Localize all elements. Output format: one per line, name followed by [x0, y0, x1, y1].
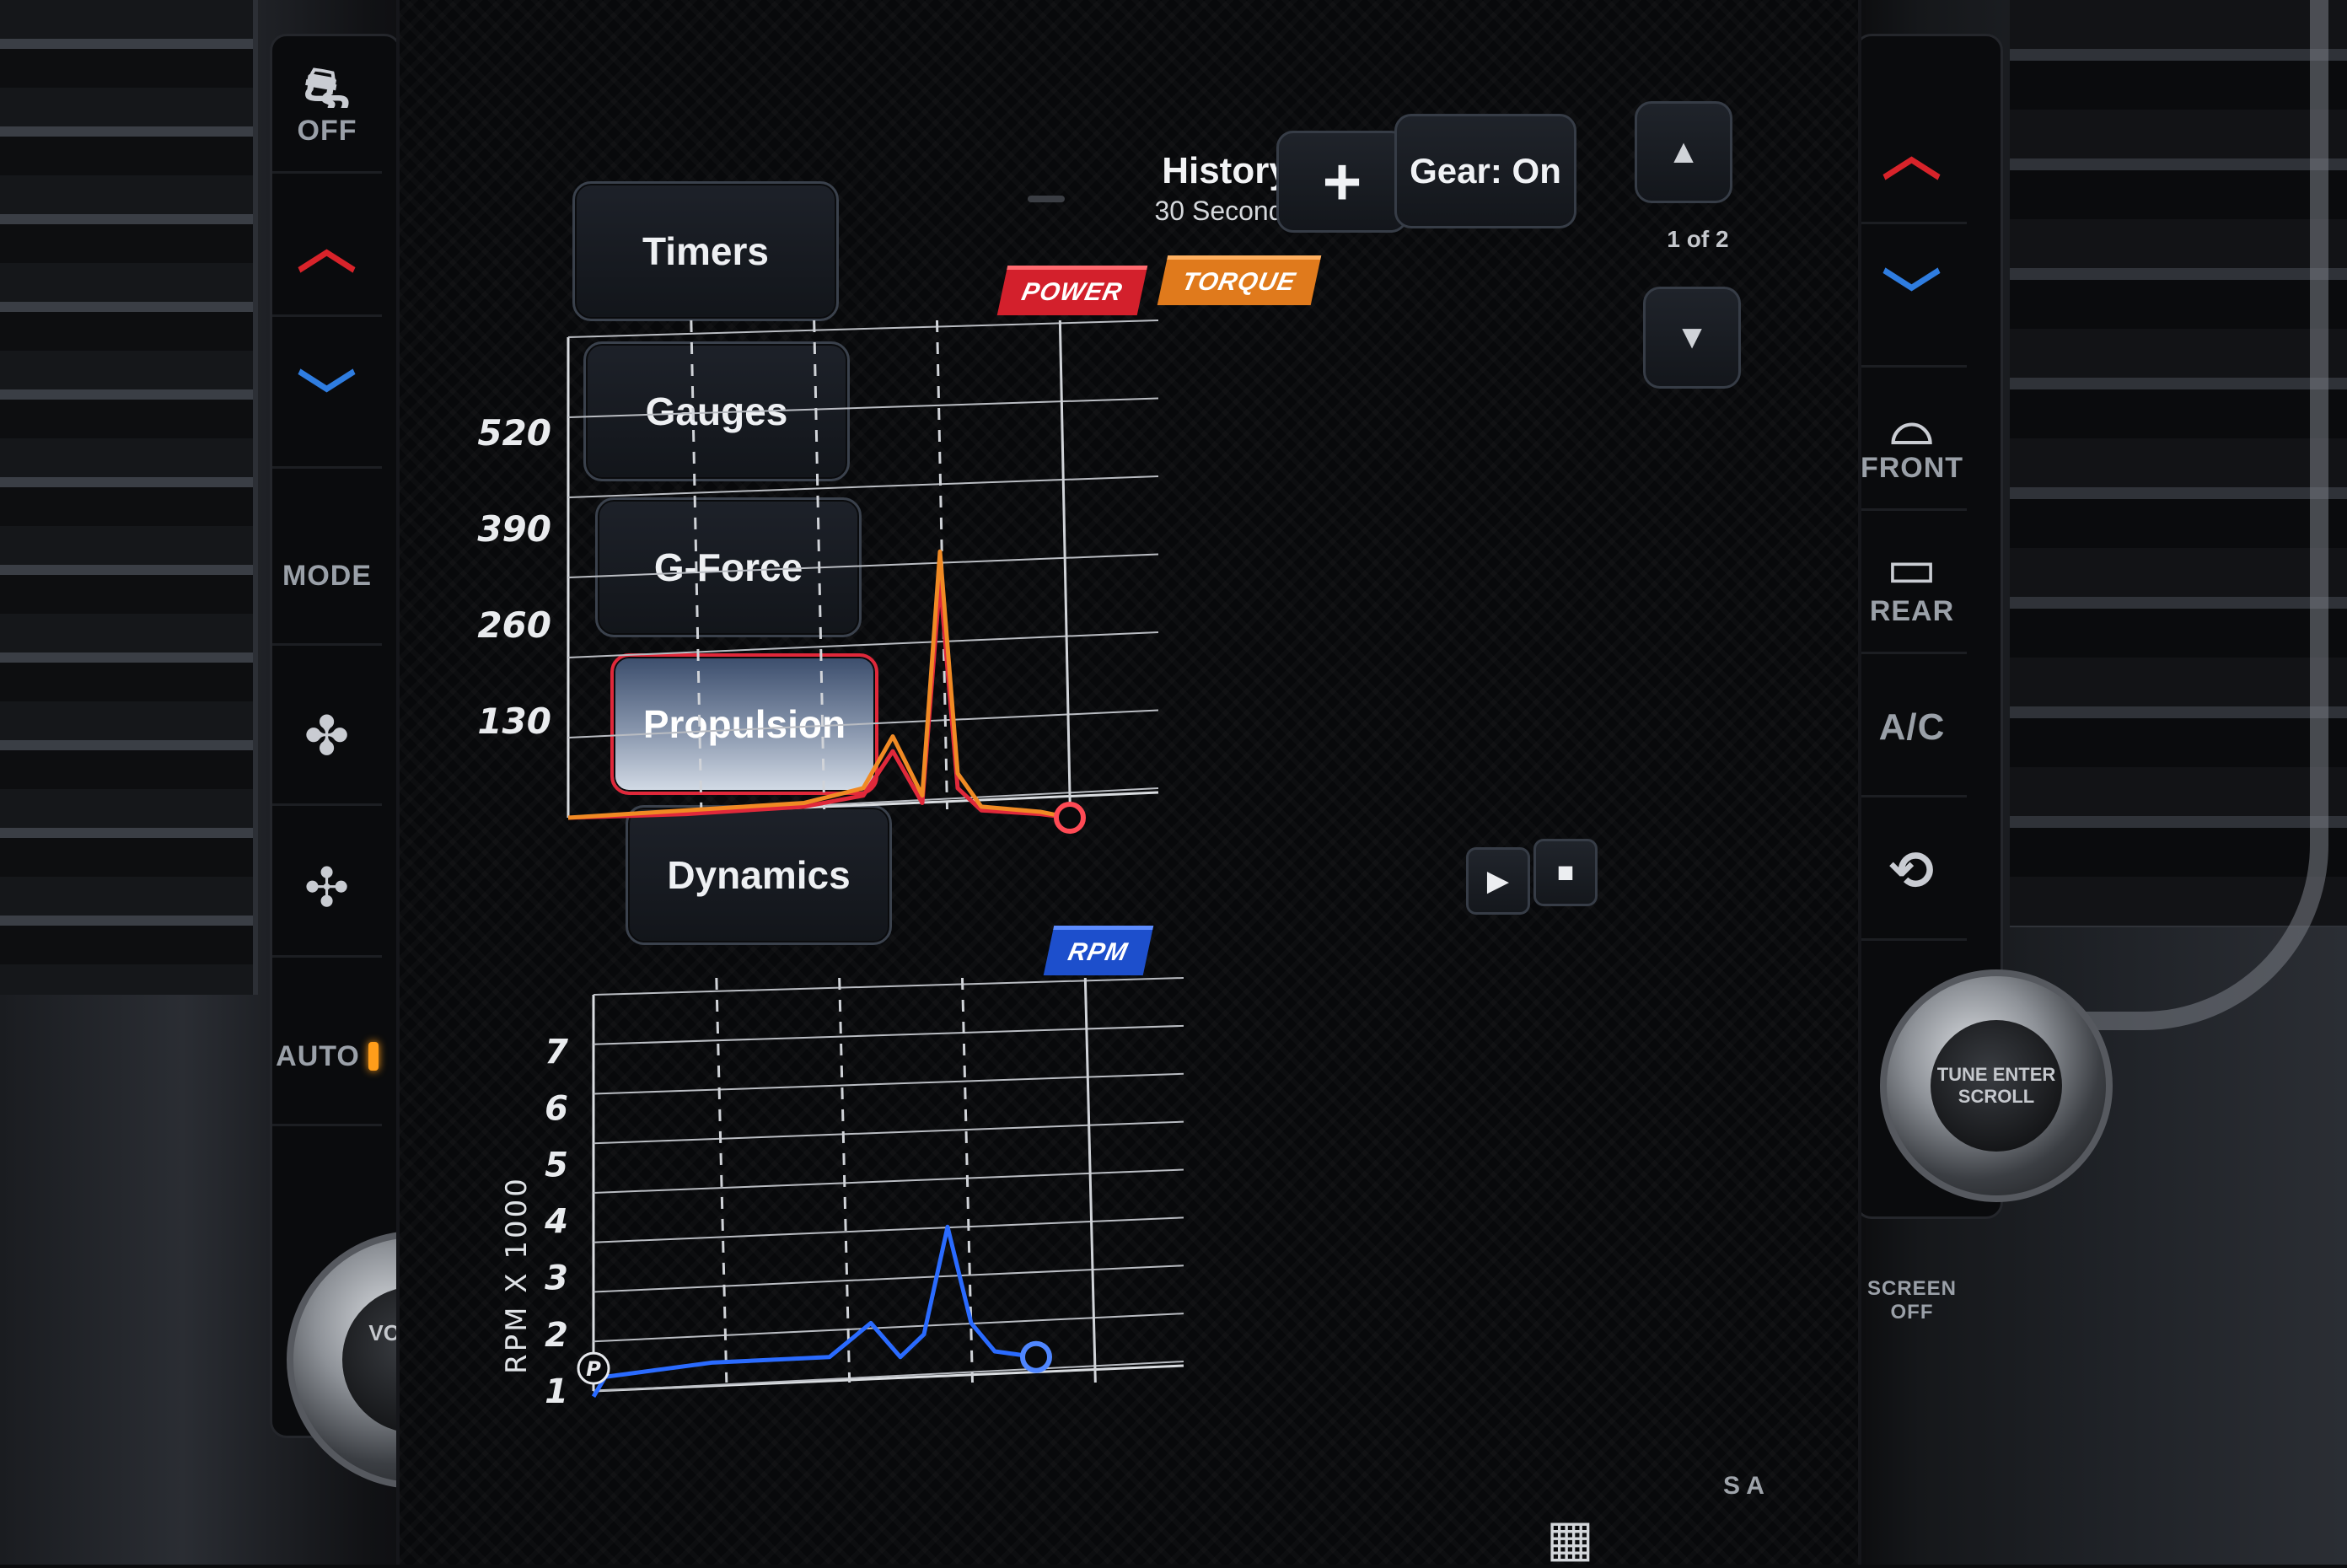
y-tick-label: 2 — [545, 1316, 568, 1355]
fan-icon: ✣ — [303, 857, 351, 918]
temp-down-right-button[interactable]: ﹀ — [1857, 230, 1967, 368]
y-tick-label: 390 — [477, 508, 551, 550]
front-defrost-button[interactable]: ⌓ FRONT — [1857, 373, 1967, 511]
y-tick-label: 520 — [477, 412, 551, 454]
tune-knob[interactable]: TUNE ENTER SCROLL — [1880, 969, 2113, 1202]
y-axis-title: RPM X 1000 — [500, 1176, 534, 1374]
y-tick-label: 6 — [545, 1089, 568, 1128]
grid-line-h — [593, 1024, 1184, 1045]
windshield-defrost-icon: ⌓ — [1890, 394, 1934, 455]
grid-line-h — [567, 631, 1159, 658]
grid-line-h — [567, 397, 1159, 418]
current-value-marker — [1054, 802, 1086, 834]
grid-line-v — [1083, 977, 1097, 1383]
grid-line-h — [593, 1120, 1184, 1145]
y-tick-label: 1 — [545, 1372, 568, 1411]
auto-button[interactable]: AUTO — [272, 989, 382, 1126]
auto-indicator-led — [368, 1042, 379, 1071]
power-torque-chart: 130 260 390 520 — [477, 320, 1159, 834]
charts-svg: 130 260 390 520 1 2 3 4 5 6 7 RPM X 1000 P — [477, 320, 1184, 1411]
mode-button[interactable]: MODE — [272, 508, 382, 646]
grid-line-h — [593, 1216, 1184, 1243]
grid-line-h — [567, 553, 1159, 578]
chevron-up-icon: ︿ — [1882, 121, 1942, 187]
left-air-vent — [0, 0, 258, 995]
fan-up-button[interactable]: ✤ — [272, 669, 382, 806]
grid-line-h — [593, 977, 1184, 996]
screen-off-button[interactable]: SCREEN OFF — [1857, 1233, 1967, 1368]
grid-line-h — [593, 1168, 1184, 1194]
grid-line-v — [690, 320, 703, 810]
traction-off-button[interactable]: ⛐ OFF — [272, 36, 382, 174]
grid-line-h — [567, 709, 1159, 738]
y-tick-label: 5 — [545, 1146, 568, 1184]
chevron-down-icon: ﹀ — [297, 366, 357, 432]
fan-down-button[interactable]: ✣ — [272, 820, 382, 958]
grid-line-v — [715, 977, 728, 1383]
fan-icon: ✤ — [303, 706, 351, 766]
grid-line-h — [567, 475, 1159, 498]
rear-defrost-button[interactable]: ▭ REAR — [1857, 517, 1967, 654]
car-recirculation-icon: ⟲ — [1888, 840, 1936, 901]
chrome-trim — [2057, 0, 2328, 1030]
rear-defrost-icon: ▭ — [1886, 537, 1938, 599]
chevron-down-icon: ﹀ — [1882, 265, 1942, 330]
chevron-up-icon: ︿ — [297, 214, 357, 280]
y-tick-label: 7 — [545, 1033, 568, 1071]
traction-off-icon: ⛐ — [303, 56, 352, 118]
rpm-chart: 1 2 3 4 5 6 7 RPM X 1000 P — [500, 977, 1184, 1411]
y-tick-label: 130 — [477, 701, 551, 742]
bottom-status-text: S A — [1723, 1472, 1764, 1500]
temp-up-left-button[interactable]: ︿ — [272, 180, 382, 317]
y-tick-label: 3 — [545, 1259, 568, 1298]
grid-line-h — [593, 1072, 1184, 1095]
start-marker-label: P — [586, 1357, 601, 1381]
grid-line-v — [838, 977, 851, 1383]
grid-line-h — [567, 320, 1159, 338]
temp-down-left-button[interactable]: ﹀ — [272, 331, 382, 469]
current-value-marker — [1020, 1340, 1052, 1373]
grid-line-v — [1058, 320, 1071, 810]
y-tick-label: 260 — [477, 604, 551, 646]
left-control-strip: ⛐ OFF ︿ ﹀ MODE ✤ ✣ AUTO — [270, 34, 401, 1438]
y-tick-label: 4 — [544, 1203, 568, 1242]
grid-icon[interactable]: ▦ — [1546, 1509, 1594, 1568]
grid-line-h — [593, 1265, 1184, 1293]
infotainment-screen: Timers Gauges G-Force Propulsion Dynamic… — [396, 0, 1861, 1568]
recirculation-button[interactable]: ⟲ — [1857, 803, 1967, 941]
ac-button[interactable]: A/C — [1857, 660, 1967, 797]
grid-line-v — [813, 320, 826, 810]
temp-up-right-button[interactable]: ︿ — [1857, 87, 1967, 224]
